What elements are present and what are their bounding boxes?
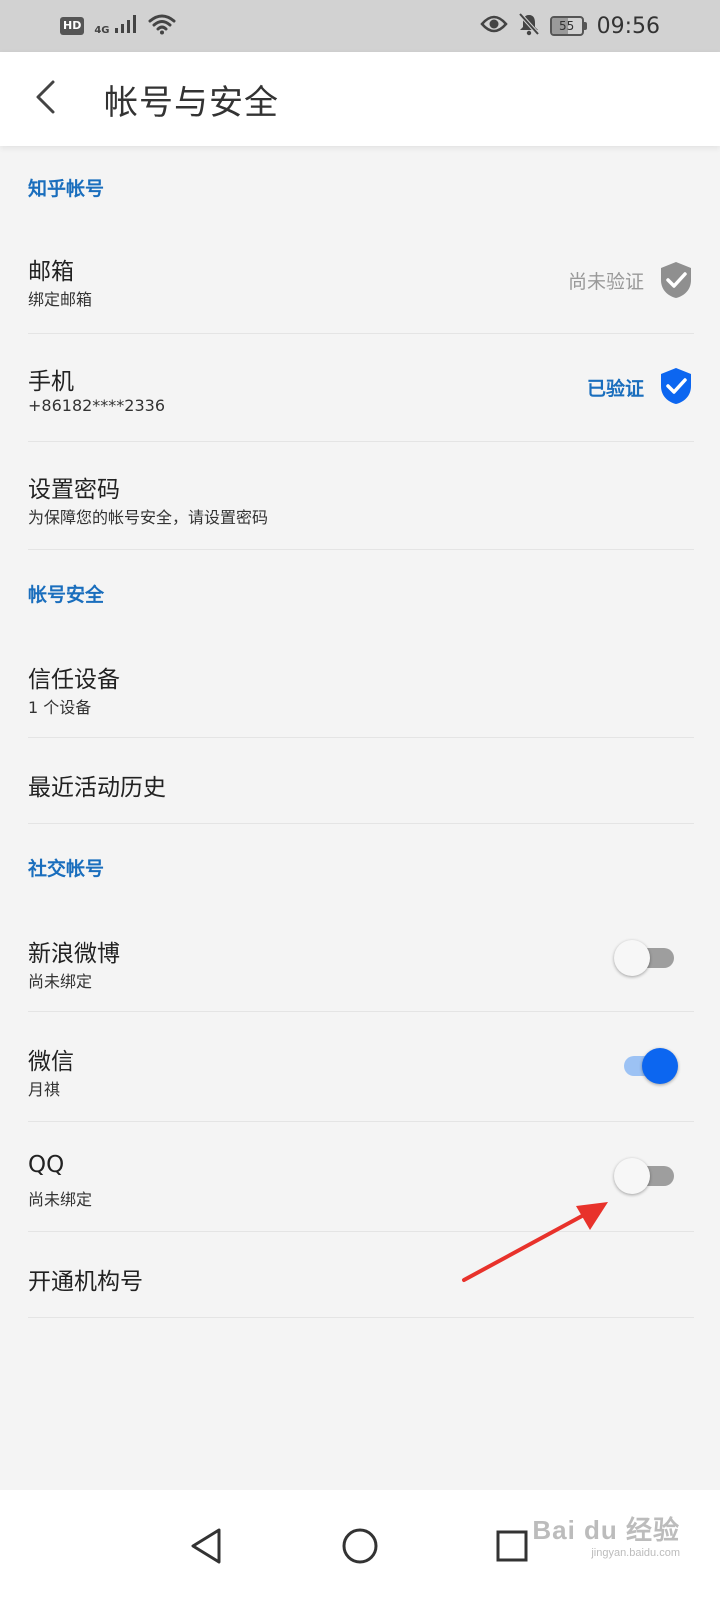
row-title: QQ bbox=[28, 1152, 65, 1178]
row-set-password[interactable]: 设置密码 为保障您的帐号安全，请设置密码 bbox=[28, 442, 694, 550]
row-title: 最近活动历史 bbox=[28, 775, 166, 801]
row-weibo[interactable]: 新浪微博 尚未绑定 bbox=[28, 904, 694, 1012]
section-header-social-accounts: 社交帐号 bbox=[28, 858, 105, 880]
nav-home-button[interactable] bbox=[332, 1518, 388, 1574]
nav-back-button[interactable] bbox=[178, 1518, 234, 1574]
section-header-account-security: 帐号安全 bbox=[28, 584, 105, 606]
status-left: HD 4G bbox=[60, 13, 176, 39]
row-email[interactable]: 邮箱 绑定邮箱 尚未验证 bbox=[28, 232, 694, 334]
battery-level: 55 bbox=[558, 19, 575, 33]
toggle-knob bbox=[614, 940, 650, 976]
back-button[interactable] bbox=[0, 52, 90, 146]
network-type: 4G bbox=[94, 25, 110, 36]
battery-icon: 55 bbox=[549, 16, 587, 36]
status-right: 55 09:56 bbox=[479, 12, 660, 40]
row-subtitle: 1 个设备 bbox=[28, 698, 92, 717]
bell-off-icon bbox=[518, 12, 540, 40]
row-title: 设置密码 bbox=[28, 477, 120, 503]
row-title: 信任设备 bbox=[28, 667, 120, 693]
home-circle-icon bbox=[342, 1528, 378, 1564]
row-subtitle: +86182****2336 bbox=[28, 396, 166, 415]
baidu-watermark: Bai du 经验 jingyan.baidu.com bbox=[532, 1510, 680, 1559]
recents-square-icon bbox=[496, 1530, 528, 1562]
wechat-toggle[interactable] bbox=[620, 1048, 678, 1084]
toggle-knob bbox=[642, 1048, 678, 1084]
watermark-sub: jingyan.baidu.com bbox=[591, 1547, 680, 1559]
hd-badge: HD bbox=[60, 17, 85, 35]
shield-unverified-icon bbox=[661, 262, 691, 298]
weibo-toggle[interactable] bbox=[614, 940, 676, 976]
row-wechat[interactable]: 微信 月祺 bbox=[28, 1012, 694, 1122]
row-title: 邮箱 bbox=[28, 259, 74, 285]
toggle-knob bbox=[614, 1158, 650, 1194]
row-phone[interactable]: 手机 +86182****2336 已验证 bbox=[28, 334, 694, 442]
back-triangle-icon bbox=[191, 1528, 221, 1564]
email-status: 尚未验证 bbox=[567, 271, 644, 293]
row-recent-activity[interactable]: 最近活动历史 bbox=[28, 738, 694, 824]
section-header-zhihu-account: 知乎帐号 bbox=[28, 178, 105, 200]
chevron-left-icon bbox=[33, 79, 57, 119]
shield-verified-icon bbox=[661, 368, 691, 404]
row-title: 手机 bbox=[28, 369, 74, 395]
row-trusted-devices[interactable]: 信任设备 1 个设备 bbox=[28, 636, 694, 738]
row-subtitle: 尚未绑定 bbox=[28, 972, 93, 991]
page-title: 帐号与安全 bbox=[104, 82, 279, 123]
row-title: 开通机构号 bbox=[28, 1269, 143, 1295]
signal-icon bbox=[114, 14, 138, 38]
watermark-main: Bai du 经验 bbox=[532, 1515, 680, 1545]
battery-tip bbox=[583, 22, 587, 30]
status-bar: HD 4G 55 09:56 bbox=[0, 0, 720, 52]
phone-status: 已验证 bbox=[586, 378, 644, 400]
battery-body: 55 bbox=[549, 16, 584, 36]
row-title: 微信 bbox=[28, 1049, 74, 1075]
qq-toggle[interactable] bbox=[614, 1158, 676, 1194]
wifi-icon bbox=[148, 13, 176, 39]
row-subtitle: 绑定邮箱 bbox=[28, 290, 93, 309]
row-open-org-account[interactable]: 开通机构号 bbox=[28, 1232, 694, 1318]
row-qq[interactable]: QQ 尚未绑定 bbox=[28, 1122, 694, 1232]
app-header: 帐号与安全 bbox=[0, 52, 720, 146]
row-subtitle: 尚未绑定 bbox=[28, 1190, 93, 1209]
row-subtitle: 月祺 bbox=[28, 1080, 61, 1099]
row-title: 新浪微博 bbox=[28, 941, 120, 967]
eye-icon bbox=[479, 14, 508, 38]
clock: 09:56 bbox=[596, 13, 660, 39]
row-subtitle: 为保障您的帐号安全，请设置密码 bbox=[28, 508, 269, 527]
